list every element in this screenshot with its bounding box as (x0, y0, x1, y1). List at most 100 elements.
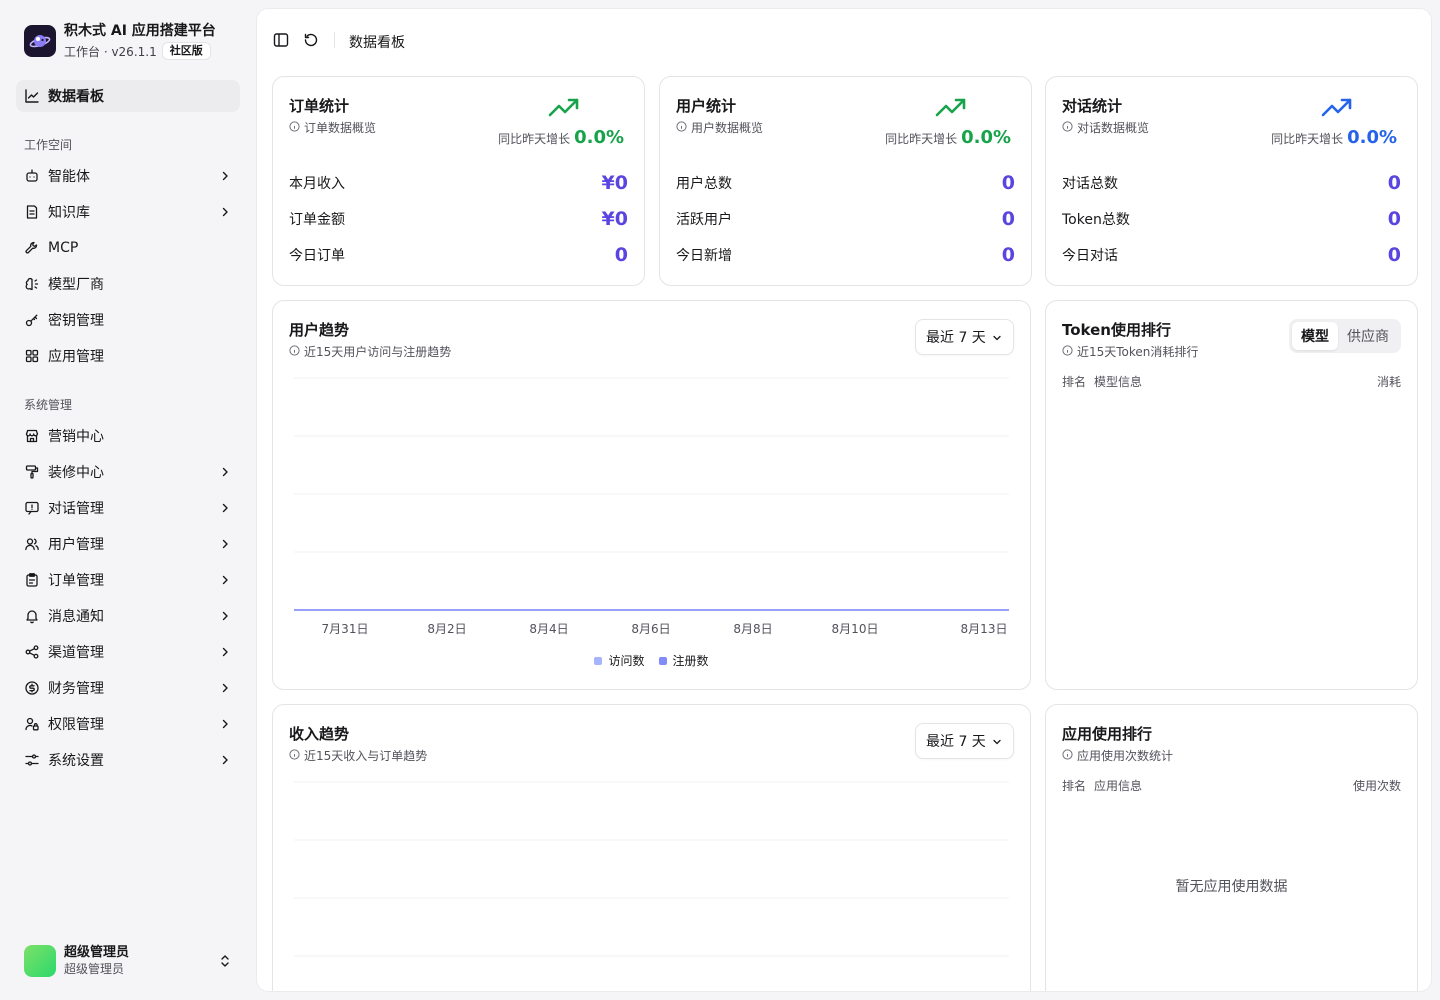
grid-icon (24, 348, 40, 364)
x-tick-label: 8月10日 (832, 622, 879, 636)
sidebar-item-wrench[interactable]: MCP (16, 232, 240, 264)
stat-label: Token总数 (1062, 212, 1130, 228)
stat-row: 订单金额 ¥0 (289, 207, 628, 231)
sidebar-item-share[interactable]: 渠道管理 (16, 636, 240, 668)
sidebar-item-key[interactable]: 密钥管理 (16, 304, 240, 336)
page-title: 数据看板 (349, 35, 405, 51)
info-icon (289, 120, 300, 135)
sidebar-item-user-lock[interactable]: 权限管理 (16, 708, 240, 740)
stat-row: 对话总数 0 (1062, 171, 1401, 195)
settings-icon (24, 752, 40, 768)
user-menu[interactable]: 超级管理员 超级管理员 (24, 944, 240, 978)
sidebar-item-label: 系统设置 (48, 753, 104, 769)
sidebar-item-dashboard[interactable]: 数据看板 (16, 80, 240, 112)
stat-row: 今日对话 0 (1062, 243, 1401, 267)
growth-indicator: 同比昨天增长 0.0% (498, 127, 624, 148)
stat-label: 今日对话 (1062, 248, 1118, 264)
sidebar-item-label: 用户管理 (48, 537, 104, 553)
card-desc-text: 应用使用次数统计 (1077, 749, 1174, 763)
card-desc: 应用使用次数统计 (1062, 747, 1173, 764)
sidebar-toggle-icon[interactable] (273, 32, 289, 48)
card-desc: 订单数据概览 (289, 119, 376, 136)
x-tick-label: 8月4日 (529, 622, 568, 636)
card-title: 订单统计 (289, 97, 350, 115)
sidebar-item-message[interactable]: 对话管理 (16, 492, 240, 524)
chevron-right-icon (218, 465, 232, 479)
sidebar-item-label: 消息通知 (48, 609, 104, 625)
info-icon (1062, 120, 1073, 135)
sidebar-item-brain[interactable]: 模型厂商 (16, 268, 240, 300)
stat-value: 0 (1387, 244, 1401, 266)
chevron-right-icon (218, 537, 232, 551)
x-tick-label: 8月13日 (961, 622, 1008, 636)
rank-type-toggle: 模型 供应商 (1289, 319, 1401, 353)
card-desc: 对话数据概览 (1062, 119, 1149, 136)
legend-swatch (658, 656, 667, 665)
main-panel: 数据看板 订单统计订单数据概览 同比昨天增长 0.0% 本月收入 ¥0 订单金额 ¥0 今日订… (256, 8, 1432, 992)
stat-row: Token总数 0 (1062, 207, 1401, 231)
paint-roller-icon (24, 464, 40, 480)
stat-label: 本月收入 (289, 176, 345, 192)
sidebar-item-clipboard[interactable]: 订单管理 (16, 564, 240, 596)
stat-value: 0 (1387, 172, 1401, 194)
sidebar-item-label: 智能体 (48, 169, 90, 185)
clipboard-icon (24, 572, 40, 588)
card-title: 应用使用排行 (1062, 725, 1153, 743)
legend-item-registrations[interactable]: 注册数 (658, 652, 709, 669)
chevron-right-icon (218, 609, 232, 623)
sidebar-item-label: 数据看板 (48, 89, 104, 105)
table-header: 排名 模型信息 消耗 (1062, 373, 1401, 390)
info-icon (676, 120, 687, 135)
x-tick-label: 7月31日 (322, 622, 369, 636)
store-icon (24, 428, 40, 444)
card-desc: 近15天Token消耗排行 (1062, 343, 1198, 360)
stat-value: 0 (1001, 172, 1015, 194)
sidebar-item-users[interactable]: 用户管理 (16, 528, 240, 560)
edition-badge: 社区版 (161, 42, 211, 60)
stat-value: 0 (1001, 244, 1015, 266)
avatar (24, 945, 56, 977)
growth-label: 同比昨天增长 (885, 132, 958, 146)
card-title: 用户统计 (676, 97, 737, 115)
message-icon (24, 500, 40, 516)
legend-item-visits[interactable]: 访问数 (594, 652, 645, 669)
sidebar-item-label: 密钥管理 (48, 313, 104, 329)
trending-up-icon (1321, 97, 1353, 123)
dollar-icon (24, 680, 40, 696)
bell-icon (24, 608, 40, 624)
sidebar-item-bot[interactable]: 智能体 (16, 160, 240, 192)
stat-label: 今日订单 (289, 248, 345, 264)
sidebar-item-label: 装修中心 (48, 465, 104, 481)
topbar: 数据看板 (257, 9, 1431, 71)
sidebar-item-book[interactable]: 知识库 (16, 196, 240, 228)
sidebar-item-bell[interactable]: 消息通知 (16, 600, 240, 632)
info-icon (1062, 344, 1073, 359)
refresh-icon[interactable] (303, 32, 319, 48)
card-desc-text: 近15天Token消耗排行 (1077, 345, 1199, 359)
sidebar-item-store[interactable]: 营销中心 (16, 420, 240, 452)
stat-value: ¥0 (601, 208, 628, 230)
chevron-right-icon (218, 753, 232, 767)
user-lock-icon (24, 716, 40, 732)
growth-indicator: 同比昨天增长 0.0% (885, 127, 1011, 148)
card-desc-text: 用户数据概览 (691, 121, 764, 135)
sidebar-item-label: 知识库 (48, 205, 90, 221)
income-trend-chart (294, 781, 1009, 957)
chevrons-up-down-icon (218, 953, 232, 973)
user-trend-chart: 7月31日 8月2日 8月4日 8月6日 8月8日 8月10日 8月13日 (294, 377, 1009, 636)
tab-model[interactable]: 模型 (1292, 322, 1338, 350)
stat-row: 活跃用户 0 (676, 207, 1015, 231)
chevron-right-icon (218, 717, 232, 731)
sidebar-item-dollar[interactable]: 财务管理 (16, 672, 240, 704)
stat-label: 订单金额 (289, 212, 345, 228)
sidebar-item-label: 应用管理 (48, 349, 104, 365)
trending-up-icon (935, 97, 967, 123)
card-title: 对话统计 (1062, 97, 1123, 115)
x-tick-label: 8月6日 (631, 622, 670, 636)
stat-card: 用户统计 用户数据概览 同比昨天增长 0.0% 用户总数 0 活跃用户 0 今日新增 0 (659, 76, 1032, 286)
sidebar-item-settings[interactable]: 系统设置 (16, 744, 240, 776)
sidebar-item-paint-roller[interactable]: 装修中心 (16, 456, 240, 488)
sidebar-item-grid[interactable]: 应用管理 (16, 340, 240, 372)
divider (334, 32, 335, 48)
tab-provider[interactable]: 供应商 (1338, 322, 1398, 350)
